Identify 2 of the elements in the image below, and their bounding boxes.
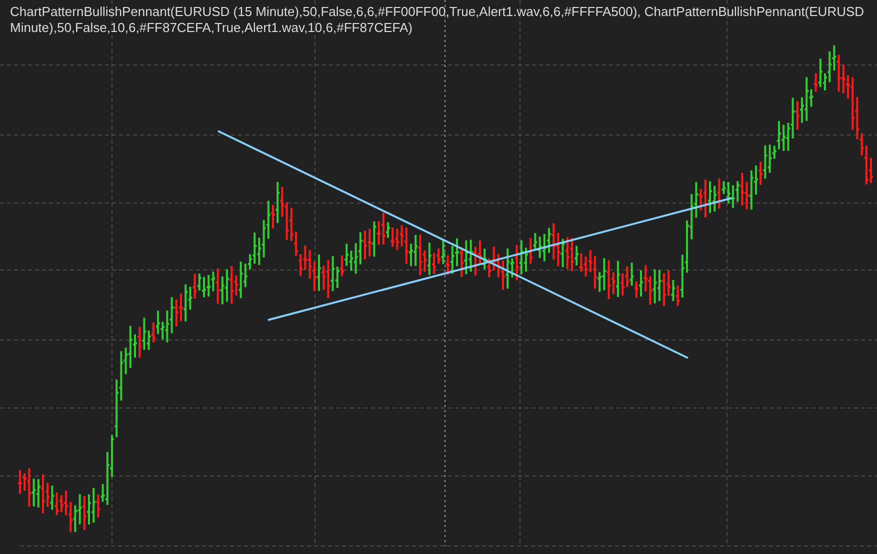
indicator-label: ChartPatternBullishPennant(EURUSD (15 Minute),50,False,6,6,#FF00FF00,True,Alert1.wav,6,6,#FFFFA500), ChartPatternBullishPennant(EURUSD xyxy=(10,4,864,20)
indicator-label: Minute),50,False,10,6,#FF87CEFA,True,Alert1.wav,10,6,#FF87CEFA) xyxy=(10,20,412,36)
